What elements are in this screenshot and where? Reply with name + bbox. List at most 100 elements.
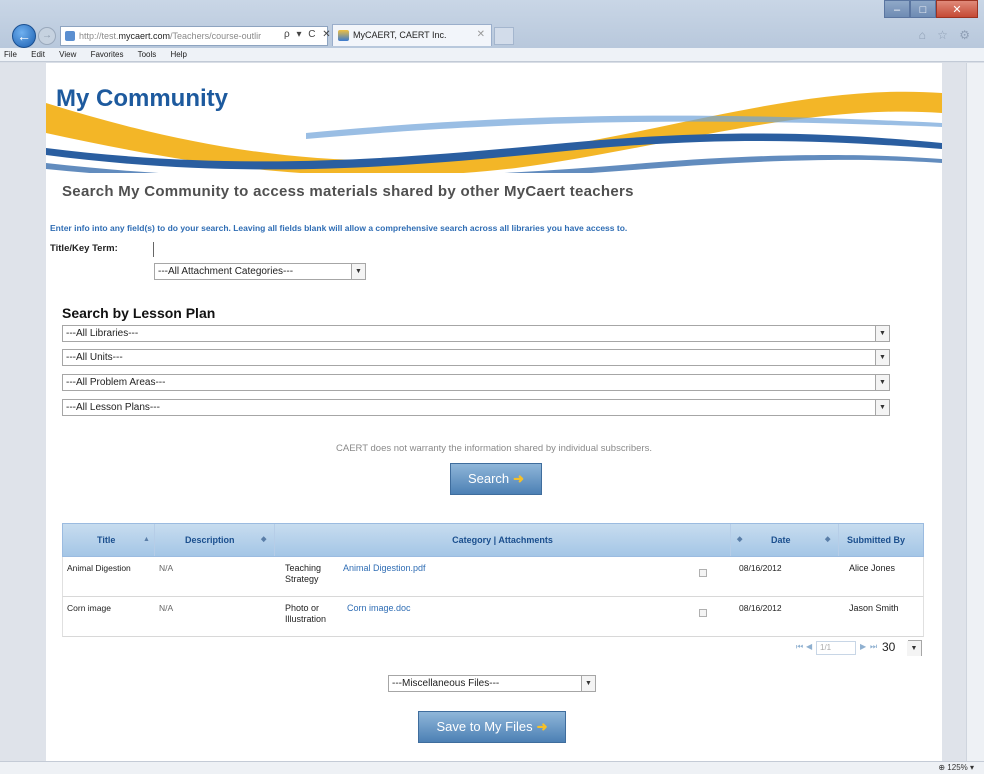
row-attachment-link[interactable]: Animal Digestion.pdf xyxy=(343,563,426,573)
search-instructions: Enter info into any field(s) to do your … xyxy=(50,223,628,233)
back-button[interactable]: ← xyxy=(12,24,36,48)
banner-swoosh xyxy=(46,91,942,173)
column-description-label: Description xyxy=(185,535,235,545)
column-title-label: Title xyxy=(97,535,116,545)
forward-button[interactable]: → xyxy=(38,27,56,45)
row-checkbox[interactable] xyxy=(699,569,707,577)
browser-tab[interactable]: MyCAERT, CAERT Inc. ✕ xyxy=(332,24,492,46)
next-page-icon[interactable]: ▶ xyxy=(860,642,866,651)
status-bar: ⊕ 125% ▾ xyxy=(0,761,984,774)
web-page: My Community Search My Community to acce… xyxy=(46,63,942,761)
menu-bar: File Edit View Favorites Tools Help xyxy=(0,48,984,62)
tab-close-icon[interactable]: ✕ xyxy=(477,25,485,45)
menu-view[interactable]: View xyxy=(59,50,76,59)
browser-viewport: My Community Search My Community to acce… xyxy=(0,63,984,761)
sort-icon[interactable]: ◆ xyxy=(261,524,266,556)
lesson-plans-select[interactable]: ---All Lesson Plans--- ▼ xyxy=(62,399,890,416)
menu-favorites[interactable]: Favorites xyxy=(91,50,124,59)
first-page-icon[interactable]: ⏮ xyxy=(796,642,803,652)
table-header: Title ▲ Description ◆ Category | Attachm… xyxy=(62,523,924,557)
tab-title: MyCAERT, CAERT Inc. xyxy=(353,30,447,40)
sort-icon[interactable]: ◆ xyxy=(737,524,742,556)
chevron-down-icon: ▼ xyxy=(875,400,889,415)
lesson-plan-heading: Search by Lesson Plan xyxy=(62,305,216,321)
search-button[interactable]: Search ➜ xyxy=(450,463,542,495)
problem-areas-select[interactable]: ---All Problem Areas--- ▼ xyxy=(62,374,890,391)
row-submitted-by: Jason Smith xyxy=(849,603,899,613)
url-domain: mycaert.com xyxy=(118,31,171,41)
disclaimer-text: CAERT does not warranty the information … xyxy=(336,443,652,454)
zoom-control[interactable]: ⊕ 125% ▾ xyxy=(938,763,974,772)
last-page-icon[interactable]: ⏭ xyxy=(870,642,877,652)
column-submitted-by-label: Submitted By xyxy=(847,535,906,545)
search-heading: Search My Community to access materials … xyxy=(62,183,634,200)
sort-asc-icon[interactable]: ▲ xyxy=(143,524,150,556)
prev-page-icon[interactable]: ◀ xyxy=(806,642,812,651)
column-submitted-by[interactable]: Submitted By xyxy=(839,524,923,556)
page-title: My Community xyxy=(56,85,229,112)
results-table: Title ▲ Description ◆ Category | Attachm… xyxy=(62,523,924,637)
page-banner: My Community xyxy=(46,63,942,173)
column-date[interactable]: ◆ Date ◆ xyxy=(731,524,839,556)
row-checkbox[interactable] xyxy=(699,609,707,617)
column-title[interactable]: Title ▲ xyxy=(63,524,155,556)
misc-files-select[interactable]: ---Miscellaneous Files--- ▼ xyxy=(388,675,596,692)
row-category-line1: Teaching xyxy=(285,563,322,573)
chevron-down-icon: ▼ xyxy=(907,641,921,656)
units-value: ---All Units--- xyxy=(66,352,123,363)
row-attachment-link[interactable]: Corn image.doc xyxy=(347,603,411,613)
units-select[interactable]: ---All Units--- ▼ xyxy=(62,349,890,366)
column-description[interactable]: Description ◆ xyxy=(155,524,275,556)
address-bar-controls[interactable]: ρ ▾ C ✕ xyxy=(284,26,333,46)
chevron-down-icon: ▼ xyxy=(875,375,889,390)
toolbar-icons[interactable]: ⌂ ☆ ⚙ xyxy=(919,28,974,42)
page-size-value: 30 xyxy=(882,640,896,654)
lesson-plans-value: ---All Lesson Plans--- xyxy=(66,402,160,413)
page-size-select[interactable]: ▼ xyxy=(907,640,922,656)
browser-title-bar: – □ ✕ ← → http://test.mycaert.com/Teache… xyxy=(0,0,984,48)
chevron-down-icon: ▼ xyxy=(875,326,889,341)
page-number-input[interactable]: 1/1 xyxy=(816,641,856,655)
libraries-value: ---All Libraries--- xyxy=(66,328,139,339)
libraries-select[interactable]: ---All Libraries--- ▼ xyxy=(62,325,890,342)
row-category-line1: Photo or xyxy=(285,603,320,613)
chevron-down-icon: ▼ xyxy=(581,676,595,691)
column-category-label: Category | Attachments xyxy=(452,535,553,545)
new-tab-button[interactable] xyxy=(494,27,514,45)
title-key-input[interactable] xyxy=(153,242,323,257)
row-date: 08/16/2012 xyxy=(739,603,782,613)
save-to-my-files-button[interactable]: Save to My Files ➜ xyxy=(418,711,566,743)
row-category-line2: Illustration xyxy=(285,614,327,624)
arrow-right-icon: ➜ xyxy=(513,471,525,486)
menu-help[interactable]: Help xyxy=(171,50,187,59)
row-category: Teaching Strategy xyxy=(285,563,321,585)
close-window-button[interactable]: ✕ xyxy=(936,0,978,18)
url-path: /Teachers/course-outlir xyxy=(170,31,262,41)
table-row[interactable]: Corn image N/A Photo or Illustration Cor… xyxy=(62,597,924,637)
row-category-line2: Strategy xyxy=(285,574,319,584)
window-controls: – □ ✕ xyxy=(884,0,978,18)
column-category[interactable]: Category | Attachments xyxy=(275,524,731,556)
tab-favicon-icon xyxy=(338,30,349,41)
menu-file[interactable]: File xyxy=(4,50,17,59)
maximize-button[interactable]: □ xyxy=(910,0,936,18)
attachment-category-value: ---All Attachment Categories--- xyxy=(158,266,294,277)
menu-tools[interactable]: Tools xyxy=(138,50,157,59)
title-key-label: Title/Key Term: xyxy=(50,243,118,254)
table-row[interactable]: Animal Digestion N/A Teaching Strategy A… xyxy=(62,557,924,597)
row-category: Photo or Illustration xyxy=(285,603,326,625)
arrow-right-icon: ➜ xyxy=(536,719,548,734)
row-description: N/A xyxy=(159,603,174,613)
vertical-scrollbar[interactable] xyxy=(966,63,984,761)
row-title: Animal Digestion xyxy=(67,563,131,573)
save-button-label: Save to My Files xyxy=(436,719,533,734)
menu-edit[interactable]: Edit xyxy=(31,50,45,59)
page-icon xyxy=(65,31,75,41)
chevron-down-icon: ▼ xyxy=(875,350,889,365)
row-title: Corn image xyxy=(67,603,111,613)
url-prefix: http://test. xyxy=(79,31,119,41)
sort-icon[interactable]: ◆ xyxy=(825,524,830,556)
attachment-category-select[interactable]: ---All Attachment Categories--- ▼ xyxy=(154,263,366,280)
minimize-button[interactable]: – xyxy=(884,0,910,18)
row-date: 08/16/2012 xyxy=(739,563,782,573)
